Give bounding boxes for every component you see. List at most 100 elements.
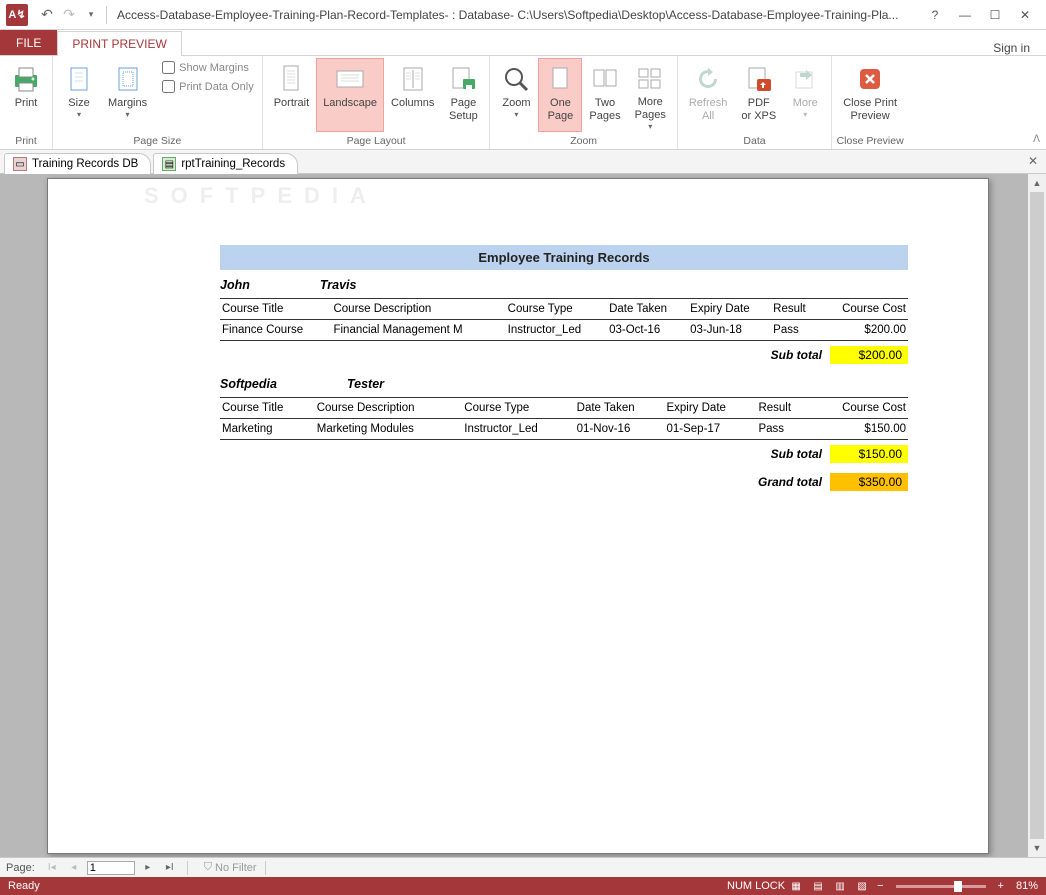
next-page-button[interactable]: ▸ <box>139 860 157 876</box>
report-title: Employee Training Records <box>220 245 908 270</box>
group-print: Print Print <box>0 56 53 149</box>
page-label: Page: <box>6 862 35 874</box>
doctab-rpt-training-records[interactable]: ▤ rptTraining_Records <box>153 153 298 174</box>
scroll-up-button[interactable]: ▲ <box>1028 174 1046 192</box>
help-button[interactable]: ? <box>920 4 950 26</box>
zoom-percent: 81% <box>1016 880 1038 892</box>
table-header-row: Course Title Course Description Course T… <box>220 299 908 320</box>
print-button[interactable]: Print <box>4 58 48 132</box>
landscape-button[interactable]: Landscape <box>316 58 384 132</box>
subtotal-value: $200.00 <box>830 346 908 364</box>
zoom-out-button[interactable]: − <box>873 880 887 892</box>
pdf-xps-button[interactable]: PDF or XPS <box>734 58 783 132</box>
group-zoom: Zoom▾ One Page Two Pages More Pages▾ Zoo… <box>490 56 677 149</box>
records-table: Course Title Course Description Course T… <box>220 298 908 341</box>
close-tab-button[interactable]: ✕ <box>1028 154 1038 168</box>
one-page-icon <box>549 63 571 95</box>
view-print-button[interactable]: ▤ <box>807 878 829 894</box>
status-ready: Ready <box>8 880 40 892</box>
group-page-layout: Portrait Landscape Columns Page Setup Pa… <box>263 56 491 149</box>
records-table: Course Title Course Description Course T… <box>220 397 908 440</box>
sign-in-link[interactable]: Sign in <box>987 41 1036 55</box>
collapse-ribbon-button[interactable]: ᐱ <box>1033 134 1040 145</box>
qat-customize[interactable]: ▾ <box>80 4 102 26</box>
margins-icon <box>115 63 141 95</box>
group-data: Refresh All PDF or XPS More▾ Data <box>678 56 832 149</box>
tab-file[interactable]: FILE <box>0 30 57 55</box>
scroll-track[interactable] <box>1028 192 1046 839</box>
page-size-icon <box>66 63 92 95</box>
minimize-button[interactable]: — <box>950 4 980 26</box>
page-number-input[interactable] <box>87 861 135 875</box>
zoom-in-button[interactable]: + <box>994 880 1008 892</box>
refresh-all-button: Refresh All <box>682 58 735 132</box>
chevron-down-icon: ▾ <box>803 110 807 119</box>
group-label-data: Data <box>682 133 827 149</box>
size-button[interactable]: Size▾ <box>57 58 101 132</box>
group-label-page-layout: Page Layout <box>267 133 486 149</box>
page-setup-button[interactable]: Page Setup <box>441 58 485 132</box>
close-button[interactable]: ✕ <box>1010 4 1040 26</box>
subtotal-row: Sub total $200.00 <box>220 341 908 369</box>
status-numlock: NUM LOCK <box>727 880 785 892</box>
chevron-down-icon: ▾ <box>77 110 81 119</box>
print-data-only-checkbox[interactable]: Print Data Only <box>158 77 258 96</box>
group-label-close: Close Preview <box>836 133 904 149</box>
subtotal-value: $150.00 <box>830 445 908 463</box>
report-icon: ▤ <box>162 157 176 171</box>
employee-name: Softpedia Tester <box>220 369 908 397</box>
chevron-down-icon: ▾ <box>126 110 130 119</box>
undo-button[interactable]: ↶ <box>36 4 58 26</box>
vertical-scrollbar[interactable]: ▲ ▼ <box>1028 174 1046 857</box>
tab-print-preview[interactable]: PRINT PREVIEW <box>57 31 181 56</box>
portrait-button[interactable]: Portrait <box>267 58 316 132</box>
ribbon-tabstrip: FILE PRINT PREVIEW Sign in <box>0 30 1046 56</box>
page-setup-icon <box>449 63 477 95</box>
titlebar: A↯ ↶ ↷ ▾ Access-Database-Employee-Traini… <box>0 0 1046 30</box>
portrait-icon <box>279 63 303 95</box>
one-page-button[interactable]: One Page <box>538 58 582 132</box>
more-button: More▾ <box>783 58 827 132</box>
group-close-preview: Close Print Preview Close Preview <box>832 56 908 149</box>
table-row: Marketing Marketing Modules Instructor_L… <box>220 419 908 440</box>
view-design-button[interactable]: ▧ <box>851 878 873 894</box>
show-margins-checkbox[interactable]: Show Margins <box>158 58 258 77</box>
more-pages-icon <box>636 63 664 94</box>
grandtotal-row: Grand total $350.00 <box>220 468 908 496</box>
landscape-icon <box>335 63 365 95</box>
employee-name: John Travis <box>220 270 908 298</box>
two-pages-icon <box>591 63 619 95</box>
scroll-thumb[interactable] <box>1030 192 1044 839</box>
close-preview-button[interactable]: Close Print Preview <box>836 58 904 132</box>
scroll-down-button[interactable]: ▼ <box>1028 839 1046 857</box>
group-label-zoom: Zoom <box>494 133 672 149</box>
prev-page-button[interactable]: ◂ <box>65 860 83 876</box>
zoom-slider[interactable] <box>896 885 986 888</box>
doctab-training-db[interactable]: ▭ Training Records DB <box>4 153 151 174</box>
view-report-button[interactable]: ▦ <box>785 878 807 894</box>
group-label-page-size: Page Size <box>57 133 258 149</box>
statusbar: Ready NUM LOCK ▦ ▤ ▥ ▧ − + 81% <box>0 877 1046 895</box>
table-header-row: Course Title Course Description Course T… <box>220 398 908 419</box>
print-page: SOFTPEDIA Employee Training Records John… <box>47 178 989 854</box>
page-navigator: Page: I◂ ◂ ▸ ▸I ⛉ No Filter <box>0 857 1046 877</box>
last-page-button[interactable]: ▸I <box>161 860 179 876</box>
columns-button[interactable]: Columns <box>384 58 441 132</box>
chevron-down-icon: ▾ <box>514 110 518 119</box>
document-tabs: ▭ Training Records DB ▤ rptTraining_Reco… <box>0 150 1046 174</box>
zoom-button[interactable]: Zoom▾ <box>494 58 538 132</box>
preview-area[interactable]: SOFTPEDIA Employee Training Records John… <box>8 174 1028 857</box>
zoom-thumb[interactable] <box>954 881 962 892</box>
subtotal-row: Sub total $150.00 <box>220 440 908 468</box>
maximize-button[interactable]: ☐ <box>980 4 1010 26</box>
filter-button[interactable]: ⛉ No Filter <box>204 861 257 874</box>
view-layout-button[interactable]: ▥ <box>829 878 851 894</box>
separator <box>106 6 107 24</box>
redo-button[interactable]: ↷ <box>58 4 80 26</box>
printer-icon <box>11 63 41 95</box>
workspace: SOFTPEDIA Employee Training Records John… <box>0 174 1046 857</box>
first-page-button[interactable]: I◂ <box>43 860 61 876</box>
margins-button[interactable]: Margins▾ <box>101 58 154 132</box>
two-pages-button[interactable]: Two Pages <box>582 58 627 132</box>
more-pages-button[interactable]: More Pages▾ <box>628 58 673 132</box>
